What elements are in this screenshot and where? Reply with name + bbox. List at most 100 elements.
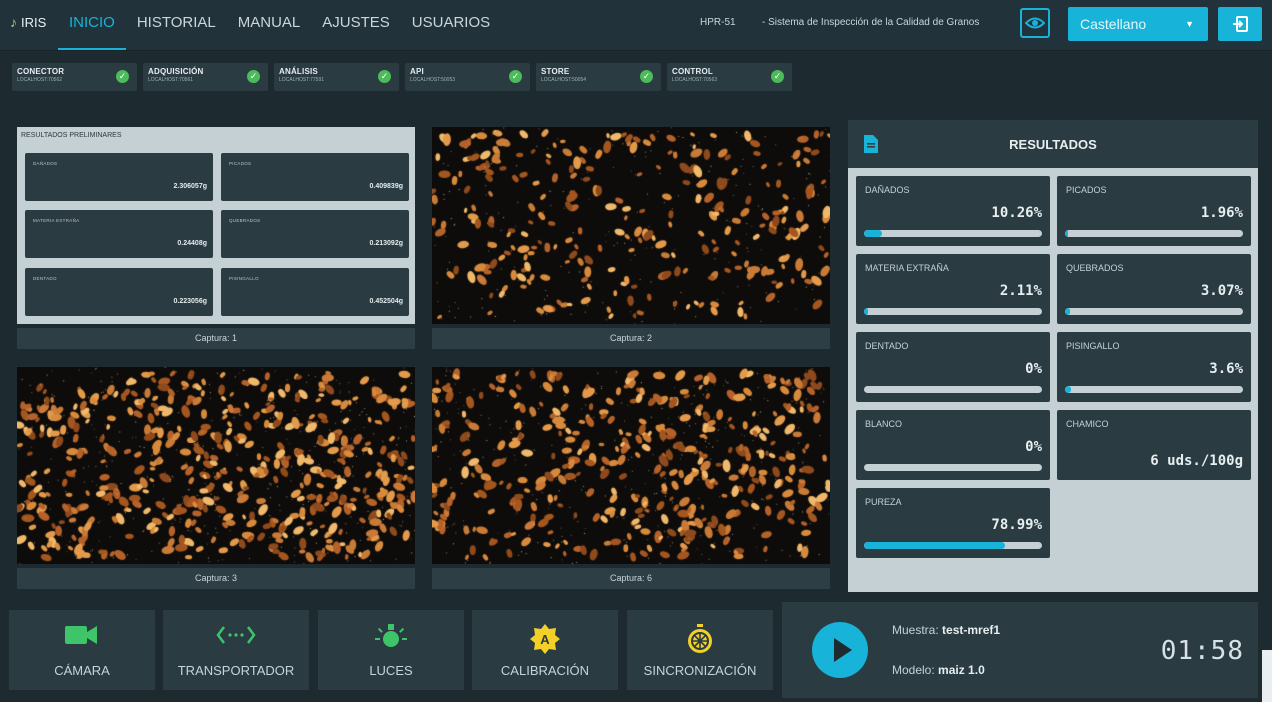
prelim-card-dentado: DENTADO 0.223056g [25, 268, 213, 316]
result-progress-bar [864, 542, 1042, 549]
service-status-row: CONECTOR LOCALHOST:70562 ✓ ADQUISICIÓN L… [12, 63, 792, 91]
grain-image[interactable] [432, 127, 830, 324]
eye-icon [1025, 17, 1045, 29]
prelim-value: 0.213092g [369, 240, 403, 247]
prelim-label: QUEBRADOS [229, 218, 261, 223]
results-header: RESULTADOS [848, 120, 1258, 168]
result-label: DAÑADOS [865, 185, 910, 195]
sample-label: Muestra: [892, 623, 939, 637]
result-card-blanco: BLANCO 0% [856, 410, 1050, 480]
result-label: MATERIA EXTRAÑA [865, 263, 949, 273]
result-label: PISINGALLO [1066, 341, 1120, 351]
service-api: API LOCALHOST:50053 ✓ [405, 63, 530, 91]
tab-historial[interactable]: HISTORIAL [126, 0, 227, 50]
language-value: Castellano [1080, 16, 1147, 32]
result-label: QUEBRADOS [1066, 263, 1124, 273]
app-logo[interactable]: ♪ IRIS [10, 14, 46, 30]
prelim-card-picados: PICADOS 0.409839g [221, 153, 409, 201]
prelim-value: 0.223056g [173, 298, 207, 305]
leaf-icon: ♪ [10, 14, 17, 30]
check-circle-icon: ✓ [771, 70, 784, 83]
light-bulb-icon [375, 624, 407, 647]
prelim-card-pisingallo: PISINGALLO 0.452504g [221, 268, 409, 316]
result-label: BLANCO [865, 419, 903, 429]
result-value: 6 uds./100g [1150, 453, 1243, 469]
camera-icon-wrap [9, 624, 155, 650]
preliminary-title: RESULTADOS PRELIMINARES [21, 132, 122, 139]
calibration-button[interactable]: A CALIBRACIÓN [472, 610, 618, 690]
result-progress-fill [1065, 386, 1072, 393]
chevron-down-icon: ▼ [1185, 19, 1194, 29]
tab-ajustes[interactable]: AJUSTES [311, 0, 401, 50]
result-progress-bar [864, 230, 1042, 237]
result-progress-fill [864, 542, 1005, 549]
result-card-pureza: PUREZA 78.99% [856, 488, 1050, 558]
logout-icon [1233, 16, 1248, 32]
capture-label: Captura: 2 [432, 328, 830, 349]
prelim-label: DAÑADOS [33, 161, 58, 166]
result-value: 1.96% [1200, 205, 1243, 221]
tab-usuarios[interactable]: USUARIOS [401, 0, 501, 50]
camera-button[interactable]: CÁMARA [9, 610, 155, 690]
check-circle-icon: ✓ [640, 70, 653, 83]
grain-image[interactable] [17, 367, 415, 564]
view-toggle-button[interactable] [1020, 8, 1050, 38]
conveyor-button[interactable]: TRANSPORTADOR [163, 610, 309, 690]
result-progress-fill [864, 308, 868, 315]
service-control: CONTROL LOCALHOST:70563 ✓ [667, 63, 792, 91]
grain-canvas [432, 127, 830, 324]
main-nav: INICIO HISTORIAL MANUAL AJUSTES USUARIOS [58, 0, 501, 50]
check-circle-icon: ✓ [378, 70, 391, 83]
tab-inicio[interactable]: INICIO [58, 0, 126, 50]
preliminary-results: RESULTADOS PRELIMINARES DAÑADOS 2.306057… [17, 127, 415, 324]
device-id: HPR-51 [700, 17, 736, 28]
result-progress-bar [1065, 386, 1243, 393]
check-circle-icon: ✓ [509, 70, 522, 83]
prelim-label: MATERIA EXTRAÑA [33, 218, 80, 223]
camera-icon [65, 626, 97, 644]
result-value: 10.26% [991, 205, 1042, 221]
calibration-icon-wrap: A [472, 624, 618, 654]
results-panel: RESULTADOS DAÑADOS 10.26% PICADOS 1.96% … [848, 120, 1258, 592]
run-panel: Muestra: test-mref1 Modelo: maiz 1.0 01:… [782, 602, 1258, 698]
result-progress-fill [1065, 308, 1071, 315]
result-card-materia-extrana: MATERIA EXTRAÑA 2.11% [856, 254, 1050, 324]
language-select[interactable]: Castellano ▼ [1068, 7, 1208, 41]
sample-value: test-mref1 [942, 623, 1001, 637]
play-button[interactable] [812, 622, 868, 678]
result-card-quebrados: QUEBRADOS 3.07% [1057, 254, 1251, 324]
result-progress-fill [1065, 230, 1069, 237]
prelim-label: PICADOS [229, 161, 252, 166]
result-progress-fill [864, 230, 883, 237]
results-title: RESULTADOS [1009, 137, 1097, 152]
result-value: 3.07% [1200, 283, 1243, 299]
result-card-pisingallo: PISINGALLO 3.6% [1057, 332, 1251, 402]
model-info: Modelo: maiz 1.0 [892, 663, 985, 677]
result-progress-bar [864, 308, 1042, 315]
service-store: STORE LOCALHOST:50054 ✓ [536, 63, 661, 91]
calibration-icon: A [530, 624, 560, 654]
result-progress-bar [1065, 308, 1243, 315]
service-adquisicion: ADQUISICIÓN LOCALHOST:70561 ✓ [143, 63, 268, 91]
prelim-label: DENTADO [33, 276, 57, 281]
check-circle-icon: ✓ [116, 70, 129, 83]
capture-label: Captura: 6 [432, 568, 830, 589]
control-label: TRANSPORTADOR [177, 663, 295, 678]
control-label: LUCES [369, 663, 413, 678]
play-icon [834, 638, 852, 662]
result-card-picados: PICADOS 1.96% [1057, 176, 1251, 246]
lights-button[interactable]: LUCES [318, 610, 464, 690]
top-bar: ♪ IRIS INICIO HISTORIAL MANUAL AJUSTES U… [0, 0, 1272, 51]
lights-icon-wrap [318, 624, 464, 650]
capture-label: Captura: 1 [17, 328, 415, 349]
prelim-value: 2.306057g [173, 183, 207, 190]
service-conector: CONECTOR LOCALHOST:70562 ✓ [12, 63, 137, 91]
result-progress-bar [1065, 230, 1243, 237]
result-progress-bar [864, 386, 1042, 393]
logout-button[interactable] [1218, 7, 1262, 41]
result-card-chamico: CHAMICO 6 uds./100g [1057, 410, 1251, 480]
sync-button[interactable]: SINCRONIZACIÓN [627, 610, 773, 690]
tab-manual[interactable]: MANUAL [227, 0, 312, 50]
grain-image[interactable] [432, 367, 830, 564]
sync-timer-icon [688, 624, 712, 653]
